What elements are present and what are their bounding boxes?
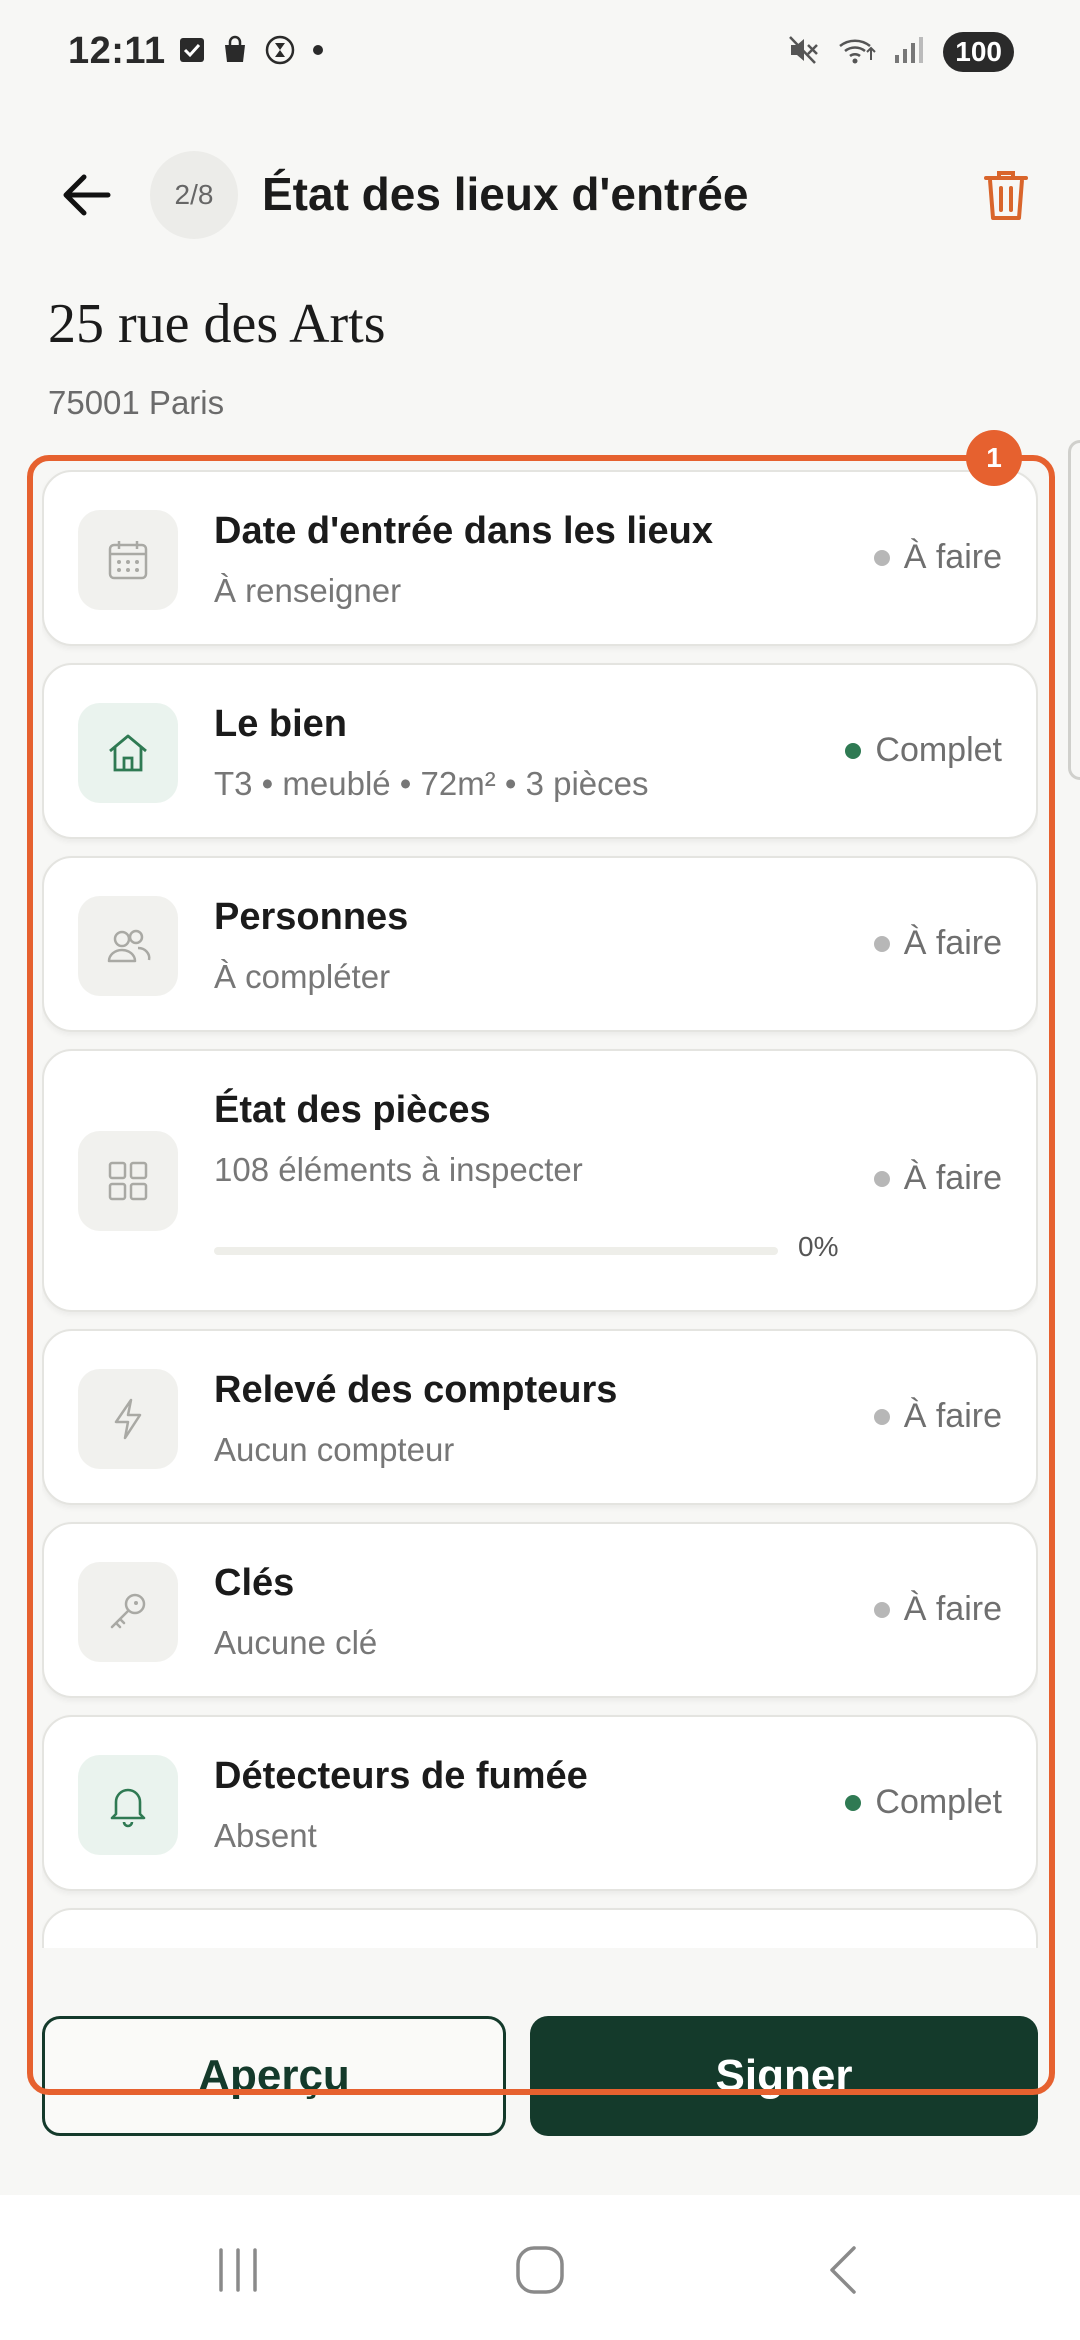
section-card-keys[interactable]: Clés Aucune clé À faire [42, 1522, 1038, 1698]
status-dot [873, 935, 890, 952]
recent-apps-icon [219, 2248, 257, 2292]
signal-icon [893, 35, 927, 70]
status-label: À faire [903, 1159, 1002, 1197]
nav-back-button[interactable] [804, 2235, 884, 2305]
section-title: Clés [214, 1562, 295, 1604]
shopping-bag-icon [220, 35, 250, 70]
status-label: À faire [903, 538, 1002, 576]
action-bar: Aperçu Signer [0, 1948, 1080, 2198]
annotation-badge: 1 [966, 430, 1022, 486]
section-card-rooms[interactable]: État des pièces 108 éléments à inspecter… [42, 1049, 1038, 1312]
section-subtitle: Absent [214, 1817, 317, 1854]
page-title: État des lieux d'entrée [262, 168, 749, 220]
section-subtitle: À renseigner [214, 572, 402, 609]
section-card-property[interactable]: Le bien T3 • meublé • 72m² • 3 pièces Co… [42, 663, 1038, 839]
status-badge: À faire [873, 1397, 1002, 1436]
step-indicator: 2/8 [150, 151, 238, 239]
section-title: Date d'entrée dans les lieux [214, 510, 714, 552]
sign-button[interactable]: Signer [530, 2016, 1038, 2136]
status-dot [873, 1170, 890, 1187]
section-card-smoke-detectors[interactable]: Détecteurs de fumée Absent Complet [42, 1715, 1038, 1891]
battery-indicator: 100 [943, 32, 1014, 72]
section-card-meters[interactable]: Relevé des compteurs Aucun compteur À fa… [42, 1329, 1038, 1505]
home-icon [516, 2246, 564, 2294]
status-dot [845, 1794, 862, 1811]
arrow-left-icon [63, 174, 111, 216]
section-subtitle: Aucun compteur [214, 1431, 455, 1468]
section-card-date[interactable]: Date d'entrée dans les lieux À renseigne… [42, 470, 1038, 646]
section-title: État des pièces [214, 1089, 491, 1131]
people-icon [78, 896, 178, 996]
status-badge: À faire [873, 1159, 1002, 1198]
status-dot [845, 742, 862, 759]
progress-bar [214, 1247, 778, 1255]
status-badge: Complet [845, 1783, 1002, 1822]
section-title: Personnes [214, 896, 409, 938]
check-box-icon [178, 36, 206, 69]
status-badge: À faire [873, 538, 1002, 577]
status-badge: À faire [873, 1590, 1002, 1629]
mute-icon [787, 34, 821, 71]
status-label: À faire [903, 1397, 1002, 1435]
trash-icon [984, 171, 1028, 220]
status-label: Complet [875, 1783, 1002, 1821]
section-subtitle: À compléter [214, 958, 391, 995]
home-button[interactable] [500, 2235, 580, 2305]
status-badge: Complet [845, 731, 1002, 770]
delete-button[interactable] [970, 159, 1042, 231]
section-title: Relevé des compteurs [214, 1369, 618, 1411]
notification-icons [178, 34, 326, 71]
bell-icon [78, 1755, 178, 1855]
system-nav-bar [0, 2195, 1080, 2340]
status-label: Complet [875, 731, 1002, 769]
section-card-people[interactable]: Personnes À compléter À faire [42, 856, 1038, 1032]
recent-apps-button[interactable] [198, 2235, 278, 2305]
calendar-icon [78, 510, 178, 610]
property-address: 25 rue des Arts [48, 293, 386, 355]
status-dot [873, 549, 890, 566]
app-header: 2/8 État des lieux d'entrée [0, 145, 1080, 245]
house-icon [78, 703, 178, 803]
screen: 12:11 100 2/8 État des lieux d'entrée 25… [0, 0, 1080, 2340]
section-subtitle: 108 éléments à inspecter [214, 1151, 583, 1188]
section-subtitle: T3 • meublé • 72m² • 3 pièces [214, 765, 649, 802]
dot-icon [310, 42, 326, 63]
system-icons: 100 [787, 32, 1014, 72]
grid-icon [78, 1131, 178, 1231]
back-button[interactable] [48, 157, 124, 233]
side-drawer-handle[interactable] [1068, 440, 1080, 780]
section-title: Le bien [214, 703, 348, 745]
section-card-next[interactable] [42, 1908, 1038, 1948]
section-title: Détecteurs de fumée [214, 1755, 588, 1797]
section-subtitle: Aucune clé [214, 1624, 378, 1661]
status-label: À faire [903, 1590, 1002, 1628]
key-icon [78, 1562, 178, 1662]
status-dot [873, 1408, 890, 1425]
property-city: 75001 Paris [48, 384, 225, 421]
status-label: À faire [903, 924, 1002, 962]
preview-button[interactable]: Aperçu [42, 2016, 506, 2136]
progress-percent: 0% [798, 1231, 839, 1262]
status-dot [873, 1601, 890, 1618]
wifi-icon [837, 34, 877, 71]
status-time: 12:11 [68, 30, 166, 72]
status-badge: À faire [873, 924, 1002, 963]
chevron-left-icon [830, 2246, 856, 2294]
section-list[interactable]: Date d'entrée dans les lieux À renseigne… [42, 470, 1038, 1948]
status-bar: 12:11 100 [0, 0, 1080, 105]
timer-icon [264, 34, 296, 71]
lightning-icon [78, 1369, 178, 1469]
